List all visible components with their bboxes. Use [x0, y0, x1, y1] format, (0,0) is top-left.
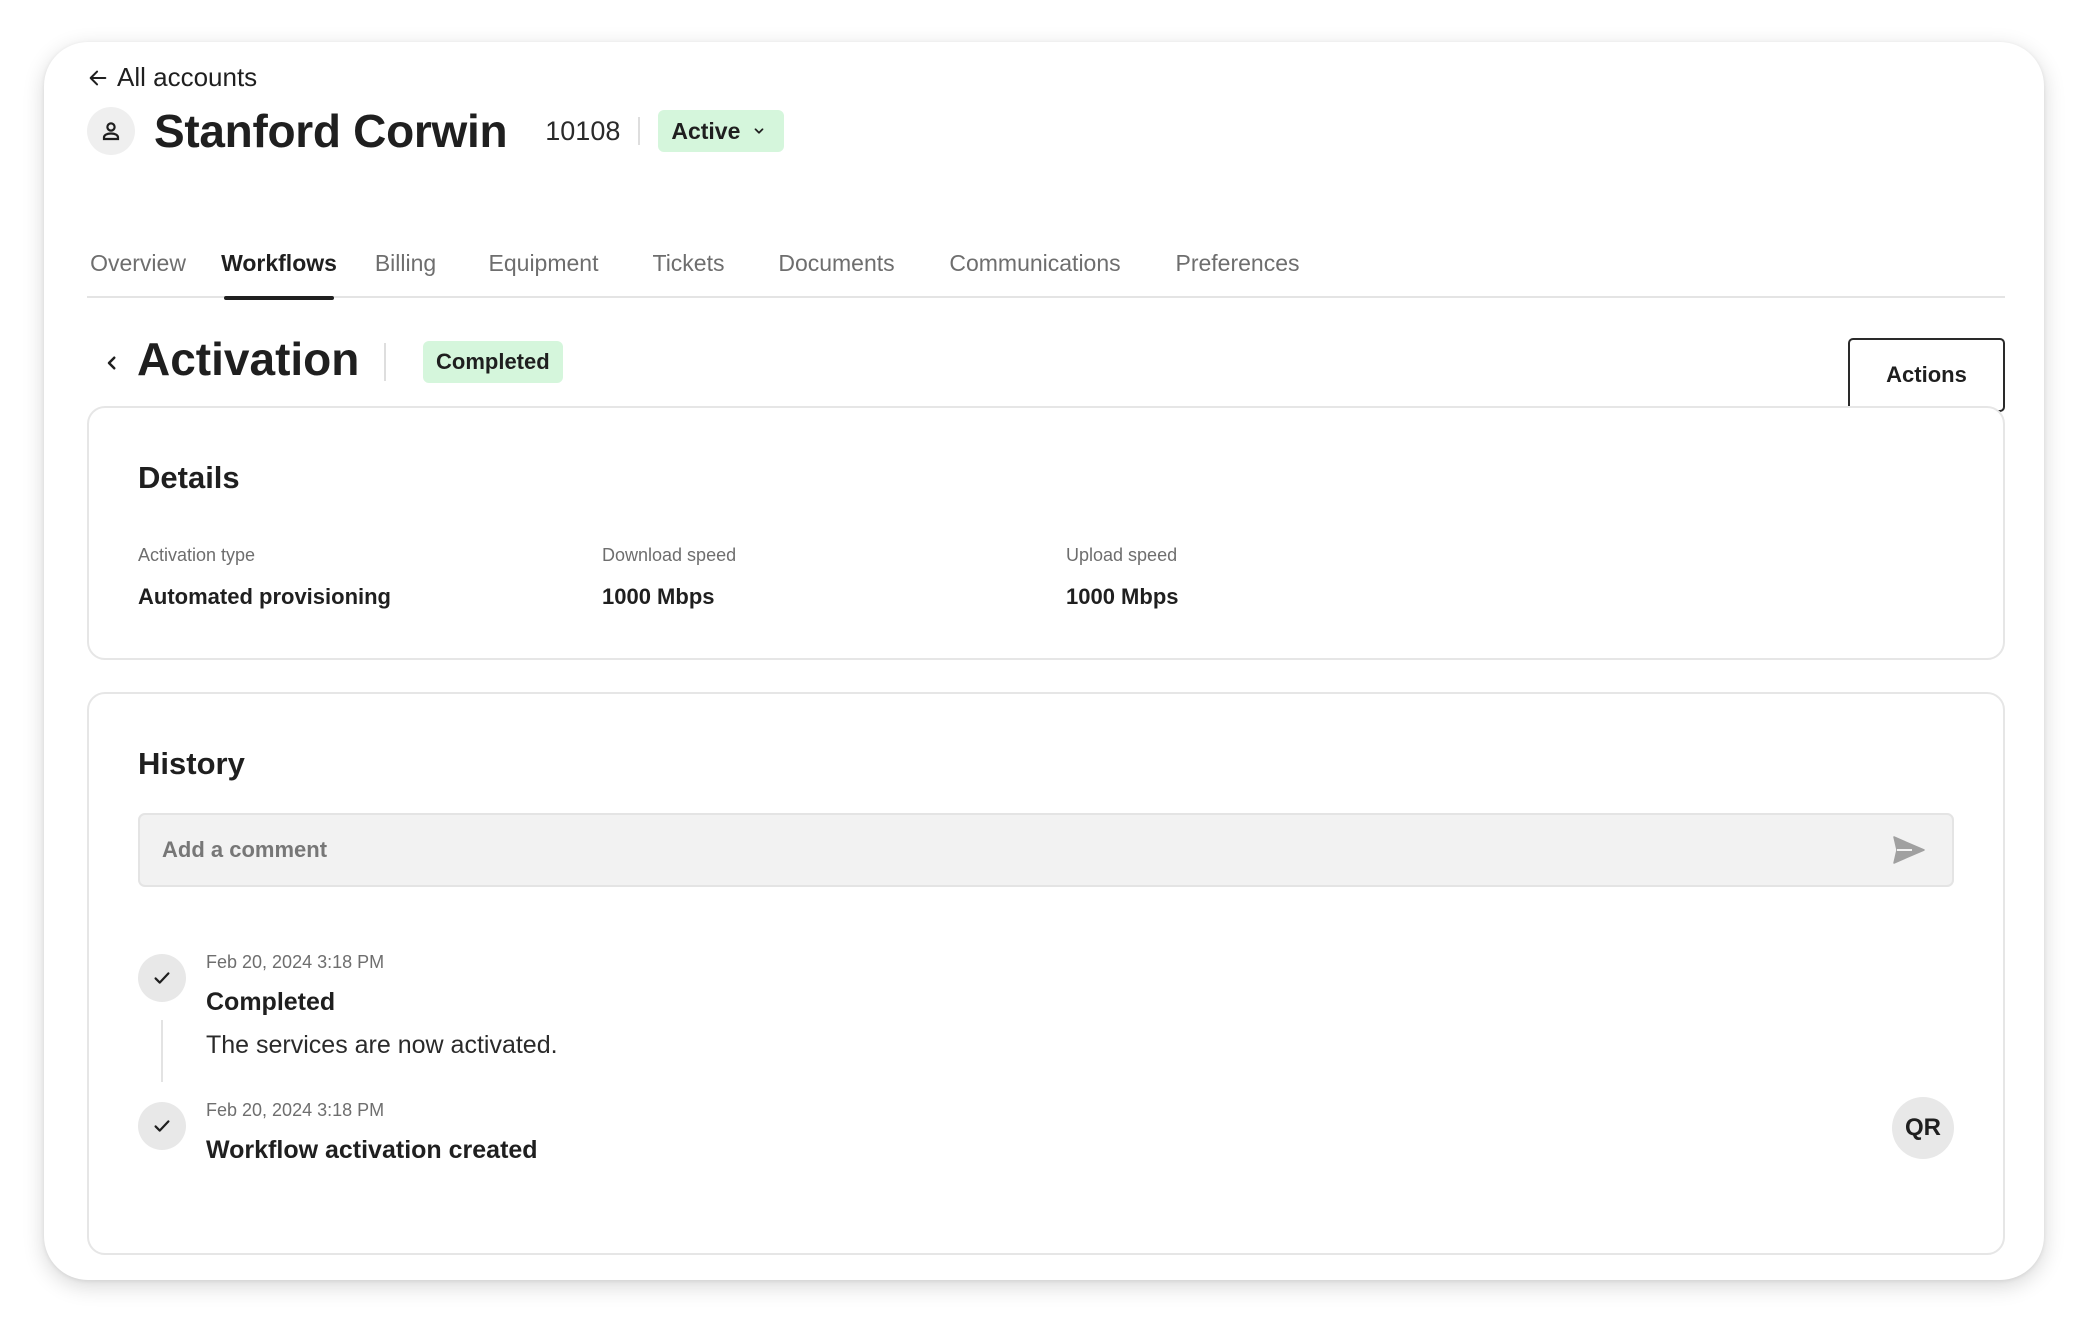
- detail-label: Upload speed: [1066, 545, 1178, 565]
- event-check: [138, 954, 186, 1002]
- tab-communications[interactable]: Communications: [946, 228, 1124, 298]
- tab-billing[interactable]: Billing: [374, 228, 437, 298]
- detail-label: Download speed: [602, 545, 737, 565]
- all-accounts-label: All accounts: [117, 62, 258, 92]
- person-icon: [102, 122, 120, 141]
- arrow-left-icon: [89, 70, 107, 85]
- detail-value: 1000 Mbps: [1066, 584, 1179, 609]
- workflow-divider: [384, 343, 386, 381]
- detail-value: Automated provisioning: [138, 584, 391, 609]
- app-window: All accounts Stanford Corwin 10108 Activ…: [44, 42, 2044, 1280]
- account-status-label: Active: [671, 117, 741, 144]
- page-content: All accounts Stanford Corwin 10108 Activ…: [87, 42, 2005, 1280]
- account-header: Stanford Corwin 10108 Active: [87, 104, 785, 158]
- details-title: Details: [138, 460, 240, 495]
- user-avatar[interactable]: QR: [1892, 1097, 1954, 1159]
- comment-input[interactable]: [162, 837, 1892, 863]
- event-time: Feb 20, 2024 3:18 PM: [206, 952, 385, 972]
- account-avatar: [87, 107, 135, 155]
- detail-activation-type: Activation type Automated provisioning: [138, 545, 391, 610]
- workflow-status-badge: Completed: [423, 341, 563, 383]
- tab-workflows[interactable]: Workflows: [221, 228, 337, 300]
- details-card: Details Activation type Automated provis…: [87, 406, 2005, 660]
- tab-tickets[interactable]: Tickets: [650, 228, 727, 298]
- account-name: Stanford Corwin: [154, 105, 508, 157]
- event-title: Workflow activation created: [206, 1136, 538, 1164]
- account-tabs: Overview Workflows Billing Equipment Tic…: [87, 228, 2005, 300]
- event-check: [138, 1102, 186, 1150]
- chevron-down-icon: [755, 128, 764, 134]
- tab-preferences[interactable]: Preferences: [1174, 228, 1301, 298]
- workflow-back-button[interactable]: [99, 350, 125, 376]
- tab-equipment[interactable]: Equipment: [487, 228, 600, 298]
- tab-overview[interactable]: Overview: [90, 228, 186, 298]
- send-icon[interactable]: [1892, 835, 1926, 865]
- history-title: History: [138, 746, 245, 781]
- workflow-title: Activation: [137, 333, 360, 385]
- event-time: Feb 20, 2024 3:18 PM: [206, 1100, 385, 1120]
- check-icon: [154, 1120, 170, 1132]
- account-status-dropdown[interactable]: Active: [658, 110, 785, 152]
- workflow-header: Activation Completed Actions: [87, 333, 2005, 412]
- timeline-connector: [161, 1020, 163, 1082]
- actions-button[interactable]: Actions: [1848, 338, 2005, 412]
- account-id: 10108: [545, 115, 621, 146]
- check-icon: [154, 972, 170, 984]
- event-description: The services are now activated.: [206, 1031, 558, 1059]
- event-title: Completed: [206, 988, 336, 1016]
- tab-documents[interactable]: Documents: [777, 228, 896, 298]
- all-accounts-link[interactable]: All accounts: [87, 62, 257, 93]
- detail-label: Activation type: [138, 545, 256, 565]
- detail-download-speed: Download speed 1000 Mbps: [602, 545, 736, 610]
- chevron-left-icon: [107, 356, 116, 370]
- detail-value: 1000 Mbps: [602, 584, 715, 609]
- detail-upload-speed: Upload speed 1000 Mbps: [1066, 545, 1179, 610]
- header-divider: [638, 117, 641, 145]
- history-card: History Feb 20, 2024 3:18 PM Completed T…: [87, 692, 2005, 1255]
- comment-box: [138, 813, 1954, 887]
